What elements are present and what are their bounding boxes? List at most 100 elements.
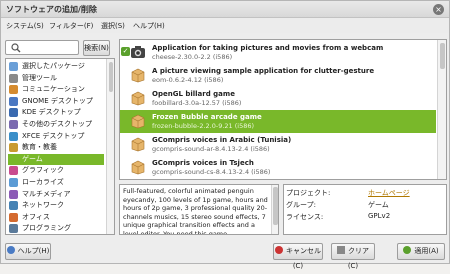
package-list: ✓ Application for taking pictures and mov…: [119, 39, 447, 180]
category-item[interactable]: プログラミング: [8, 223, 104, 234]
category-item[interactable]: オフィス: [8, 212, 104, 223]
package-row[interactable]: ✓ Application for taking pictures and mov…: [120, 41, 436, 64]
category-icon: [9, 201, 18, 211]
search-icon: [11, 43, 21, 53]
package-icon: [130, 136, 146, 152]
category-item[interactable]: コミュニケーション: [8, 84, 104, 95]
package-title: Application for taking pictures and movi…: [152, 44, 384, 52]
category-item[interactable]: 管理ツール: [8, 73, 104, 84]
category-scrollbar[interactable]: [106, 59, 114, 234]
help-button-label: ヘルプ(H): [17, 247, 50, 255]
menu-bar: システム(S) フィルター(F) 選択(S) ヘルプ(H): [1, 18, 449, 33]
category-item[interactable]: その他のデスクトップ: [8, 119, 104, 130]
category-item[interactable]: マルチメディア: [8, 189, 104, 200]
category-icon: [9, 108, 18, 118]
category-item[interactable]: 教育・教養: [8, 142, 104, 153]
category-item[interactable]: ネットワーク: [8, 200, 104, 211]
category-label: ゲーム: [22, 154, 43, 163]
package-title: Frozen Bubble arcade game: [152, 113, 262, 121]
menu-select[interactable]: 選択(S): [101, 21, 125, 31]
cancel-button[interactable]: キャンセル(C): [273, 243, 323, 270]
description-scrollbar[interactable]: [271, 185, 278, 234]
package-title: GCompris voices in Arabic (Tunisia): [152, 136, 292, 144]
help-button[interactable]: ヘルプ(H): [5, 243, 51, 260]
category-scroll-thumb[interactable]: [109, 62, 113, 92]
category-icon: [9, 212, 18, 222]
cancel-button-label: キャンセル(C): [286, 247, 321, 270]
package-icon: [130, 90, 146, 106]
package-version: gcompris-sound-cs-8.4.13-2.4 (i586): [152, 168, 271, 176]
package-title: GCompris voices in Tsjech: [152, 159, 254, 167]
category-label: XFCE デスクトップ: [22, 131, 85, 140]
search-input[interactable]: [5, 40, 79, 55]
category-label: ネットワーク: [22, 201, 64, 210]
camera-icon: [130, 44, 146, 60]
category-icon: [9, 189, 18, 199]
category-list: 選択したパッケージ 管理ツールコミュニケーション GNOME デスクトップ KDE デ…: [5, 58, 115, 235]
property-value: GPLv2: [368, 212, 391, 220]
category-icon: [9, 166, 18, 176]
help-icon: [6, 246, 15, 254]
menu-system[interactable]: システム(S): [6, 21, 44, 31]
homepage-link[interactable]: ホームページ: [368, 188, 410, 198]
apply-icon: [403, 246, 412, 254]
package-icon: [130, 67, 146, 83]
package-row[interactable]: GCompris voices in Tsjech gcompris-sound-…: [120, 156, 436, 179]
package-description: Full-featured, colorful animated penguin…: [119, 184, 279, 235]
category-icon: [9, 131, 18, 141]
package-title: OpenGL billard game: [152, 90, 235, 98]
category-item[interactable]: グラフィック: [8, 165, 104, 176]
apply-button-label: 適用(A): [414, 247, 439, 255]
property-value: ゲーム: [368, 201, 389, 209]
package-row[interactable]: A picture viewing sample application for…: [120, 64, 436, 87]
package-scrollbar[interactable]: [437, 40, 446, 179]
property-label: プロジェクト:: [286, 189, 331, 197]
clear-button-label: クリア(C): [347, 247, 369, 270]
close-window-button[interactable]: ×: [433, 4, 444, 15]
package-row[interactable]: Frozen Bubble arcade game frozen-bubble-2…: [120, 110, 436, 133]
clear-button[interactable]: クリア(C): [331, 243, 375, 270]
property-label: ライセンス:: [286, 213, 324, 221]
category-label: プログラミング: [22, 224, 71, 233]
cancel-icon: [275, 246, 283, 254]
search-button[interactable]: 検索(N): [83, 40, 110, 56]
category-label: GNOME デスクトップ: [22, 96, 93, 105]
installed-check-icon[interactable]: ✓: [121, 47, 130, 56]
package-properties: プロジェクト: ホームページグループ: ゲームライセンス: GPLv2: [283, 184, 447, 235]
menu-help[interactable]: ヘルプ(H): [133, 21, 165, 31]
description-scroll-thumb[interactable]: [273, 187, 278, 225]
package-icon: [130, 113, 146, 129]
apply-button[interactable]: 適用(A): [397, 243, 445, 260]
category-item[interactable]: GNOME デスクトップ: [8, 96, 104, 107]
package-version: foobillard-3.0a-12.57 (i586): [152, 99, 242, 107]
category-icon: [9, 85, 18, 95]
menu-filter[interactable]: フィルター(F): [49, 21, 93, 31]
category-item[interactable]: 選択したパッケージ: [8, 61, 104, 72]
category-label: オフィス: [22, 212, 50, 221]
description-text: Full-featured, colorful animated penguin…: [123, 187, 268, 235]
category-item[interactable]: ローカライズ: [8, 177, 104, 188]
window-title: ソフトウェアの追加/削除: [6, 5, 97, 14]
category-label: 管理ツール: [22, 73, 57, 82]
category-icon: [9, 224, 18, 234]
category-item[interactable]: KDE デスクトップ: [8, 107, 104, 118]
package-row[interactable]: GCompris voices in Arabic (Tunisia) gcomp…: [120, 133, 436, 156]
category-icon: [9, 154, 18, 164]
category-item[interactable]: ゲーム: [8, 153, 104, 165]
category-label: ローカライズ: [22, 178, 64, 186]
category-label: KDE デスクトップ: [22, 108, 81, 117]
clear-icon: [337, 246, 345, 254]
category-label: その他のデスクトップ: [22, 120, 92, 128]
category-label: コミュニケーション: [22, 85, 85, 94]
package-scroll-thumb[interactable]: [440, 43, 445, 69]
category-item[interactable]: XFCE デスクトップ: [8, 131, 104, 142]
category-icon: [9, 143, 18, 153]
category-icon: [9, 96, 18, 106]
category-icon: [9, 62, 18, 71]
category-icon: [9, 178, 18, 187]
property-label: グループ:: [286, 201, 316, 209]
package-version: frozen-bubble-2.2.0-9.21 (i586): [152, 122, 255, 130]
category-label: 教育・教養: [22, 143, 57, 152]
category-label: 選択したパッケージ: [22, 62, 85, 70]
package-row[interactable]: OpenGL billard game foobillard-3.0a-12.57…: [120, 87, 436, 110]
